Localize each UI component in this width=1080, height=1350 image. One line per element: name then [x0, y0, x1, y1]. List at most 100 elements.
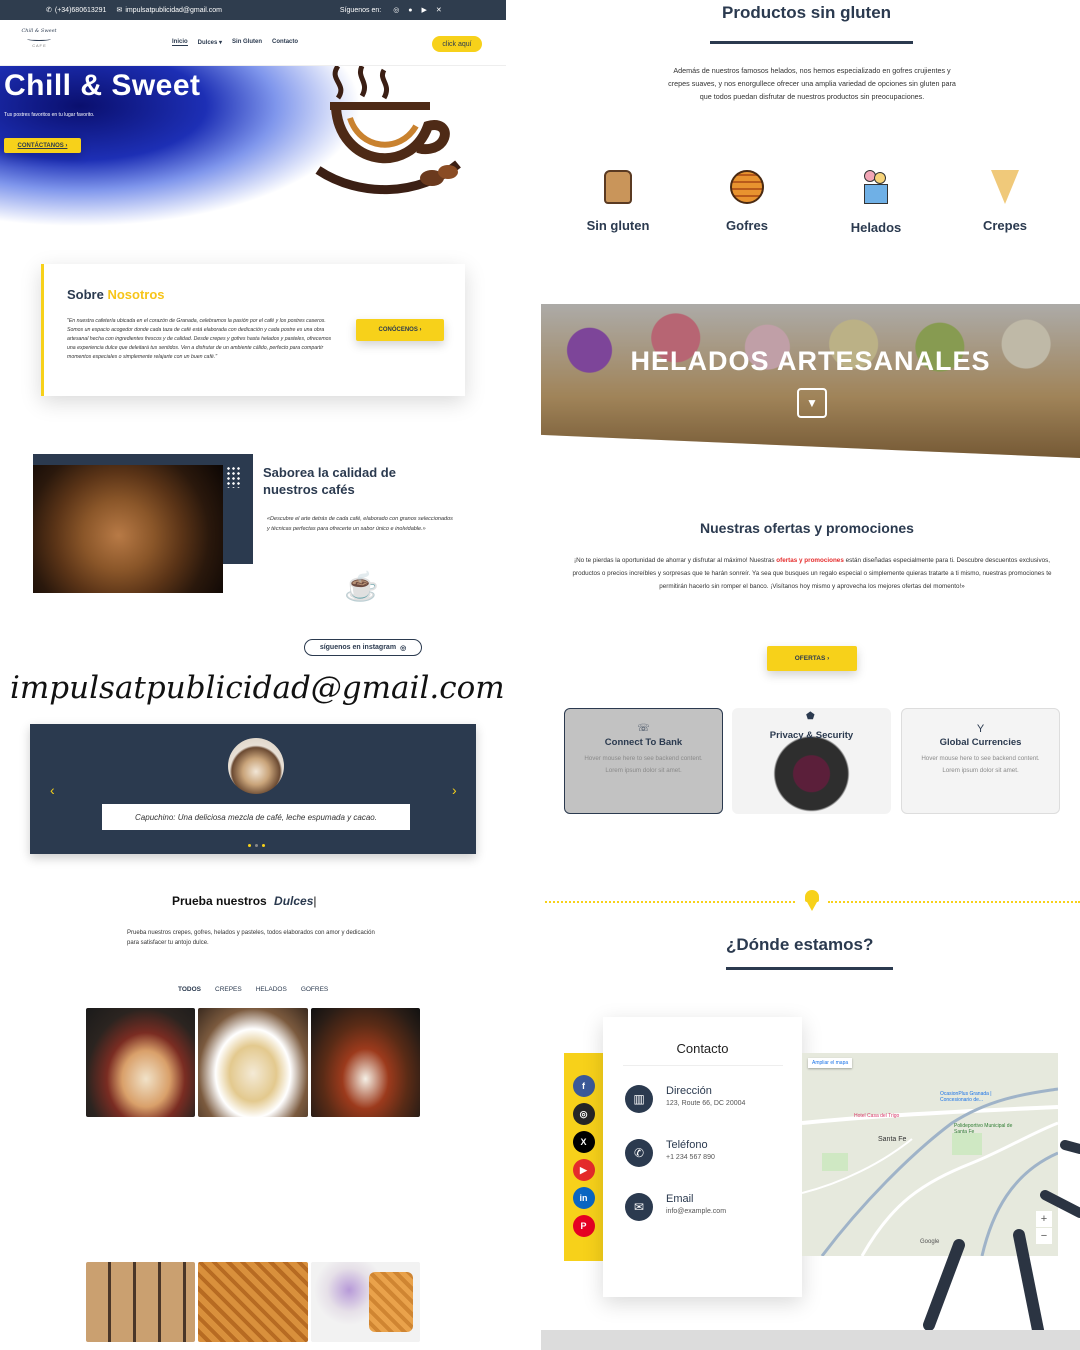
- gallery-image[interactable]: [311, 1262, 420, 1342]
- contact-value: 123, Route 66, DC 20004: [666, 1100, 746, 1107]
- gluten-item-label: Helados: [850, 220, 902, 235]
- navbar: Chill & Sweet C A F E Inicio Dulces ▾ Si…: [0, 20, 506, 66]
- gallery-image[interactable]: [86, 1008, 195, 1117]
- ofertas-highlight[interactable]: ofertas y promociones: [776, 557, 844, 564]
- headset-icon: ☏: [637, 723, 650, 734]
- coffee-text: «Descubre el arte detrás de cada café, e…: [267, 516, 453, 532]
- x-icon[interactable]: X: [572, 1131, 595, 1153]
- contact-value[interactable]: info@example.com: [666, 1208, 726, 1215]
- hero: Chill & Sweet Tus postres favoritos en t…: [0, 66, 506, 226]
- hero-title: Chill & Sweet: [4, 69, 201, 102]
- instagram-icon[interactable]: ◎: [572, 1103, 595, 1125]
- ice-cream-icon: ▼: [797, 388, 827, 418]
- instagram-follow-label: síguenos en instagram: [319, 644, 397, 651]
- section-divider: [545, 901, 795, 903]
- about-card: Sobre Nosotros "En nuestra cafetería ubi…: [41, 264, 465, 396]
- gluten-item-sin-gluten: Sin gluten: [577, 170, 659, 233]
- linkedin-icon[interactable]: in: [572, 1187, 595, 1209]
- gallery-image[interactable]: [198, 1262, 308, 1342]
- feature-title: Privacy & Security: [769, 730, 854, 741]
- contact-title: Contacto: [676, 1041, 729, 1056]
- gluten-item-gofres: Gofres: [706, 170, 788, 233]
- about-title-b: Nosotros: [107, 287, 165, 302]
- feature-card-bank[interactable]: ☏ Connect To Bank Hover mouse here to se…: [564, 708, 723, 814]
- contact-card: Contacto ▥ Dirección 123, Route 66, DC 2…: [603, 1017, 802, 1297]
- hero-subtitle: Tus postres favoritos en tu lugar favori…: [4, 112, 95, 118]
- nav-item-sin-gluten[interactable]: Sin Gluten: [232, 39, 262, 46]
- decorative-strokes: [923, 1140, 1080, 1341]
- logo[interactable]: Chill & Sweet C A F E: [18, 28, 60, 48]
- nav-cta-button[interactable]: click aquí: [432, 36, 482, 52]
- ofertas-title: Nuestras ofertas y promociones: [700, 520, 914, 536]
- contact-label: Dirección: [666, 1085, 712, 1097]
- nav-item-dulces[interactable]: Dulces ▾: [198, 39, 222, 46]
- contact-value[interactable]: +1 234 567 890: [666, 1154, 715, 1161]
- ofertas-text-a: ¡No te pierdas la oportunidad de ahorrar…: [573, 557, 777, 564]
- hero-contact-button[interactable]: CONTÁCTANOS ›: [4, 138, 81, 153]
- phone-icon: ✆: [46, 7, 52, 14]
- gluten-item-helados: Helados: [835, 170, 917, 235]
- youtube-icon[interactable]: ▶: [572, 1159, 595, 1181]
- gluten-item-label: Crepes: [982, 218, 1028, 233]
- instagram-follow-button[interactable]: síguenos en instagram ◎: [304, 639, 422, 656]
- top-bar-phone[interactable]: (+34)680613291: [55, 7, 107, 14]
- nav-item-inicio[interactable]: Inicio: [172, 39, 188, 46]
- feature-text: Hover mouse here to see backend content.…: [921, 755, 1040, 774]
- contact-entry-address: ▥ Dirección 123, Route 66, DC 20004: [625, 1085, 745, 1113]
- feature-card-currencies[interactable]: Y Global Currencies Hover mouse here to …: [901, 708, 1060, 814]
- feature-title: Global Currencies: [939, 737, 1022, 748]
- carousel-dots[interactable]: [248, 844, 265, 847]
- contact-label: Teléfono: [666, 1139, 708, 1151]
- filter-gofres[interactable]: GOFRES: [301, 986, 328, 993]
- carousel-next-arrow[interactable]: ›: [452, 782, 457, 798]
- ice-cream-divider-icon: [805, 890, 819, 912]
- helados-banner: HELADOS ARTESANALES ▼: [541, 304, 1080, 458]
- x-icon[interactable]: ✕: [436, 6, 442, 14]
- ofertas-text: ¡No te pierdas la oportunidad de ahorrar…: [562, 554, 1062, 593]
- nav-item-contacto[interactable]: Contacto: [272, 39, 298, 46]
- filter-helados[interactable]: HELADOS: [256, 986, 287, 993]
- top-bar-email[interactable]: impulsatpublicidad@gmail.com: [125, 7, 222, 14]
- phone-icon: ✆: [625, 1139, 653, 1167]
- pinterest-icon[interactable]: P: [572, 1215, 595, 1237]
- facebook-icon[interactable]: f: [572, 1075, 595, 1097]
- coffee-cup-illustration: [315, 66, 461, 195]
- logo-text: Chill & Sweet: [21, 28, 57, 34]
- map-label-santa-fe: Santa Fe: [878, 1136, 907, 1143]
- gluten-item-crepes: Crepes: [964, 170, 1046, 233]
- instagram-icon[interactable]: ◎: [393, 6, 399, 14]
- dulces-title-a: Prueba nuestros: [172, 894, 267, 908]
- facebook-icon[interactable]: ●: [408, 7, 412, 14]
- dulces-title-b: Dulces: [274, 894, 314, 908]
- flour-bag-icon: [604, 170, 632, 204]
- feature-card-privacy[interactable]: ⬟ Privacy & Security: [732, 708, 891, 814]
- location-title-underline: [726, 967, 893, 970]
- carousel-prev-arrow[interactable]: ‹: [50, 782, 55, 798]
- filter-crepes[interactable]: CREPES: [215, 986, 242, 993]
- gallery-image[interactable]: [86, 1262, 195, 1342]
- instagram-icon: ◎: [400, 644, 407, 652]
- about-button[interactable]: CONÓCENOS ›: [356, 319, 444, 341]
- gallery-image[interactable]: [311, 1008, 420, 1117]
- map-label-hotel: Hotel Casa del Trigo: [854, 1113, 900, 1119]
- gluten-item-label: Sin gluten: [586, 218, 650, 233]
- youtube-icon[interactable]: ▶: [422, 6, 427, 14]
- ice-cream-cup-icon: [862, 170, 890, 206]
- ofertas-button[interactable]: OFERTAS ›: [767, 646, 857, 671]
- helados-banner-title: HELADOS ARTESANALES: [630, 346, 991, 376]
- gluten-title: Productos sin gluten: [722, 3, 892, 22]
- filter-todos[interactable]: TODOS: [178, 986, 201, 993]
- follow-label: Síguenos en:: [339, 6, 382, 14]
- feature-text: Hover mouse here to see backend content.…: [584, 755, 703, 774]
- carousel-caption: Capuchino: Una deliciosa mezcla de café,…: [102, 804, 410, 830]
- email-overlay: impulsatpublicidad@gmail.com: [10, 670, 505, 706]
- dulces-text: Prueba nuestros crepes, gofres, helados …: [127, 930, 375, 946]
- waffle-icon: [730, 170, 764, 204]
- top-bar: ✆ (+34)680613291 ✉ impulsatpublicidad@gm…: [0, 0, 506, 20]
- mail-icon: ✉: [116, 7, 123, 14]
- gallery-image[interactable]: [198, 1008, 308, 1117]
- gluten-title-underline: [710, 41, 913, 44]
- feature-title: Connect To Bank: [604, 737, 683, 748]
- map-enlarge-link[interactable]: Ampliar el mapa: [808, 1058, 853, 1068]
- location-title: ¿Dónde estamos?: [726, 935, 874, 954]
